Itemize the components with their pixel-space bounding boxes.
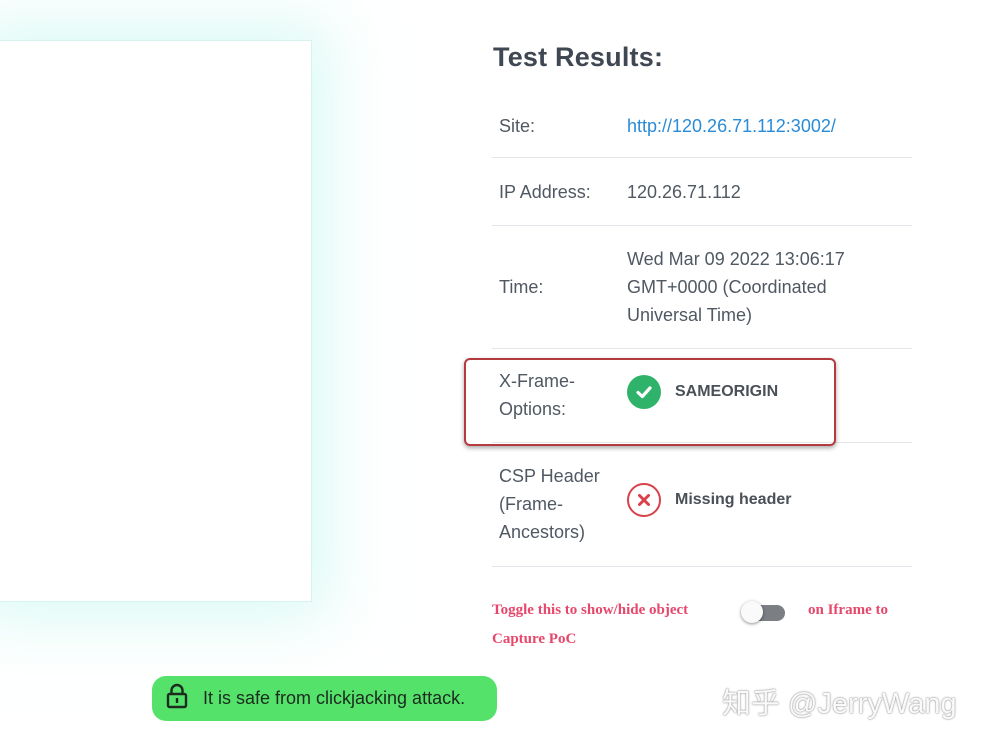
lock-icon	[165, 683, 189, 714]
time-row: Time: Wed Mar 09 2022 13:06:17 GMT+0000 …	[492, 226, 912, 349]
xframe-label-line-1: X-Frame-	[499, 371, 575, 391]
xframe-value: SAMEORIGIN	[675, 383, 779, 400]
watermark: 知乎 @JerryWang	[722, 688, 957, 720]
xframe-label: X-Frame- Options:	[499, 367, 575, 423]
csp-label-line-3: Ancestors)	[499, 522, 586, 542]
ip-row: IP Address: 120.26.71.112	[492, 158, 912, 226]
site-label: Site:	[499, 116, 536, 136]
toggle-label-part-2: on Iframe to	[808, 602, 888, 618]
csp-label: CSP Header (Frame- Ancestors)	[499, 462, 600, 546]
time-line-1: Wed Mar 09 2022 13:06:17	[627, 249, 845, 269]
ip-value: 120.26.71.112	[627, 182, 741, 202]
x-icon	[627, 483, 661, 517]
safe-status-text: It is safe from clickjacking attack.	[203, 688, 466, 708]
site-link[interactable]: http://120.26.71.112:3002/	[627, 116, 836, 136]
csp-label-line-1: CSP Header	[499, 466, 600, 486]
toggle-label-part-1: Toggle this to show/hide object	[492, 602, 689, 618]
csp-value: Missing header	[675, 491, 792, 508]
ip-label: IP Address:	[499, 182, 591, 202]
xframe-label-line-2: Options:	[499, 399, 567, 419]
time-line-3: Universal Time)	[627, 305, 753, 325]
csp-label-line-2: (Frame-	[499, 494, 563, 514]
site-row: Site: http://120.26.71.112:3002/	[492, 100, 912, 158]
preview-iframe[interactable]	[0, 40, 312, 602]
results-title: Test Results:	[493, 42, 664, 72]
toggle-knob	[741, 601, 763, 623]
site-value: http://120.26.71.112:3002/	[627, 112, 836, 140]
time-line-2: GMT+0000 (Coordinated	[627, 277, 827, 297]
safe-status-banner: It is safe from clickjacking attack.	[152, 676, 497, 721]
toggle-label-part-3: Capture PoC	[492, 631, 577, 647]
xframe-row: X-Frame- Options: SAMEORIGIN	[492, 349, 912, 443]
check-icon	[627, 375, 661, 409]
csp-row: CSP Header (Frame- Ancestors) Missing he…	[492, 443, 912, 567]
csp-status: Missing header	[627, 483, 791, 517]
xframe-status: SAMEORIGIN	[627, 375, 778, 409]
time-value: Wed Mar 09 2022 13:06:17 GMT+0000 (Coord…	[627, 245, 845, 329]
poc-toggle-switch[interactable]	[741, 601, 785, 623]
time-label: Time:	[499, 277, 544, 297]
